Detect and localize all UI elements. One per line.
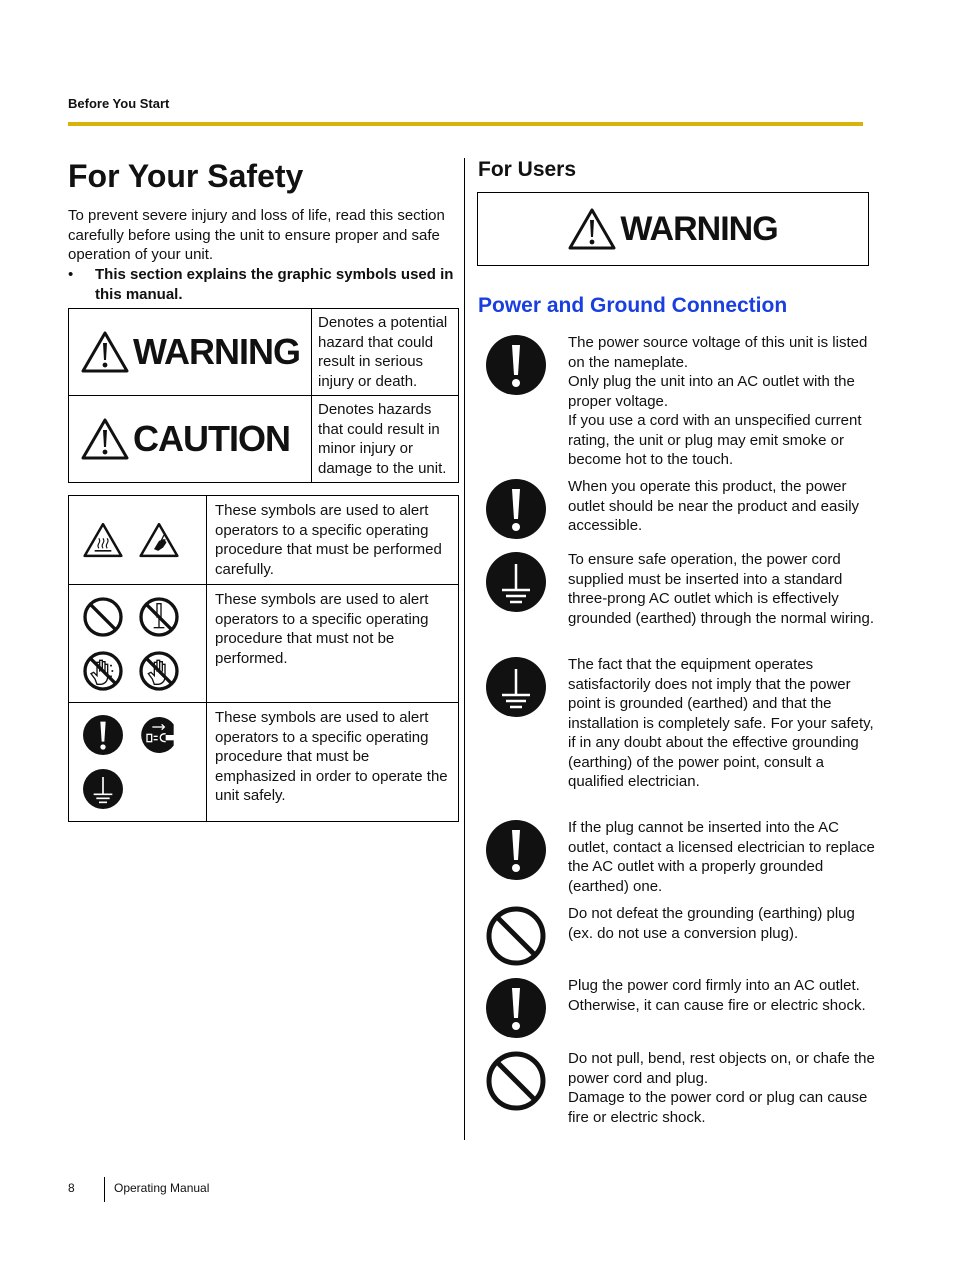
no-disassembly-icon [139, 597, 179, 637]
symbol-desc: These symbols are used to alert operator… [206, 584, 459, 703]
safety-item: When you operate this product, the power… [486, 477, 876, 544]
warning-triangle-icon [81, 417, 129, 461]
power-ground-heading: Power and Ground Connection [478, 294, 788, 317]
safety-item-text: To ensure safe operation, the power cord… [568, 551, 875, 627]
no-touch-hand-icon [139, 651, 179, 691]
signal-desc-warning: Denotes a potential hazard that could re… [311, 308, 459, 396]
mandatory-exclamation-icon [486, 479, 546, 539]
header-rule [68, 122, 863, 126]
warning-triangle-icon [568, 207, 616, 251]
mandatory-exclamation-icon [486, 335, 546, 395]
footer-divider [104, 1177, 105, 1202]
safety-item-text: When you operate this product, the power… [568, 478, 860, 534]
ground-icon [83, 769, 123, 809]
electric-shock-hand-icon [139, 521, 179, 559]
ground-icon [486, 552, 546, 612]
for-users-heading: For Users [478, 158, 577, 181]
page-title: For Your Safety [68, 158, 304, 194]
signal-row-caution: CAUTION Denotes hazards that could resul… [68, 395, 459, 483]
safety-item: The power source voltage of this unit is… [486, 333, 876, 470]
warning-banner: WARNING [477, 192, 869, 266]
footer-title: Operating Manual [114, 1181, 210, 1195]
symbol-row-mandatory: These symbols are used to alert operator… [68, 702, 459, 822]
safety-item-text: If the plug cannot be inserted into the … [568, 819, 875, 895]
mandatory-exclamation-icon [83, 715, 123, 755]
safety-item: Plug the power cord firmly into an AC ou… [486, 976, 876, 1043]
safety-item: The fact that the equipment operates sat… [486, 655, 876, 792]
prohibition-icon [83, 597, 123, 637]
unplug-icon [139, 715, 179, 755]
symbol-table: These symbols are used to alert operator… [68, 495, 459, 822]
safety-item: To ensure safe operation, the power cord… [486, 550, 876, 628]
signal-row-warning: WARNING Denotes a potential hazard that … [68, 308, 459, 396]
column-divider [464, 158, 465, 1140]
safety-item-text: The fact that the equipment operates sat… [568, 656, 874, 790]
mandatory-exclamation-icon [486, 978, 546, 1038]
ground-icon [486, 657, 546, 717]
safety-item-text: Do not pull, bend, rest objects on, or c… [568, 1050, 875, 1126]
safety-item: Do not defeat the grounding (earthing) p… [486, 904, 876, 971]
safety-item: If the plug cannot be inserted into the … [486, 818, 876, 896]
bullet-text: This section explains the graphic symbol… [95, 266, 454, 303]
page-number: 8 [68, 1181, 75, 1195]
safety-item-text: Plug the power cord firmly into an AC ou… [568, 977, 866, 1014]
signal-word-warning: WARNING [81, 330, 311, 374]
intro-text: To prevent severe injury and loss of lif… [68, 207, 445, 263]
symbol-row-caution: These symbols are used to alert operator… [68, 495, 459, 585]
bullet-item: • This section explains the graphic symb… [68, 265, 460, 304]
hot-surface-icon [83, 521, 123, 559]
no-touch-wet-hand-icon [83, 651, 123, 691]
signal-desc-caution: Denotes hazards that could result in min… [311, 395, 459, 483]
safety-item-text: Do not defeat the grounding (earthing) p… [568, 905, 855, 942]
symbol-row-prohibited: These symbols are used to alert operator… [68, 584, 459, 703]
warning-triangle-icon [81, 330, 129, 374]
signal-word-caution: CAUTION [81, 417, 311, 461]
prohibition-icon [486, 906, 546, 966]
section-header: Before You Start [68, 96, 170, 111]
safety-item-text: The power source voltage of this unit is… [568, 334, 868, 468]
bullet-marker: • [68, 266, 74, 283]
symbol-desc: These symbols are used to alert operator… [206, 702, 459, 822]
symbol-desc: These symbols are used to alert operator… [206, 495, 459, 585]
safety-item: Do not pull, bend, rest objects on, or c… [486, 1049, 876, 1127]
mandatory-exclamation-icon [486, 820, 546, 880]
prohibition-icon [486, 1051, 546, 1111]
signal-word-table: WARNING Denotes a potential hazard that … [68, 308, 459, 483]
